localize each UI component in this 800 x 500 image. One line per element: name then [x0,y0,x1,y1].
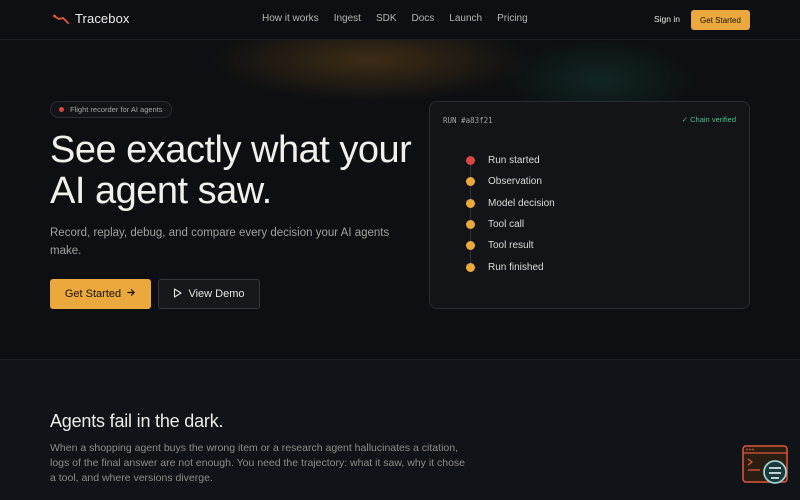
brand-logo[interactable]: Tracebox [53,11,130,26]
badge-text: Flight recorder for AI agents [70,105,163,114]
timeline-step[interactable]: Run started [466,150,555,171]
nav-link-pricing[interactable]: Pricing [497,13,528,24]
get-started-button[interactable]: Get Started [50,279,151,309]
step-dot-icon [466,262,475,272]
nav-link-how-it-works[interactable]: How it works [262,13,319,24]
nav-link-docs[interactable]: Docs [412,13,435,24]
play-icon [173,287,183,301]
step-dot-icon [466,241,475,251]
nav-get-started-button[interactable]: Get Started [691,10,750,30]
step-label: Observation [488,176,542,188]
nav-links: How it works Ingest SDK Docs Launch Pric… [262,13,528,24]
step-label: Run started [488,155,540,167]
view-demo-button[interactable]: View Demo [158,279,260,309]
timeline-step[interactable]: Run finished [466,256,555,277]
hero-title-line-1: See exactly what your [50,129,412,171]
timeline-step[interactable]: Model decision [466,193,555,214]
nav-link-ingest[interactable]: Ingest [334,13,361,24]
run-timeline: Run started Observation Model decision T… [466,150,555,278]
view-demo-label: View Demo [188,288,245,300]
problem-section: Agents fail in the dark. When a shopping… [0,359,800,500]
timeline-step[interactable]: Tool result [466,235,555,256]
sign-in-link[interactable]: Sign in [654,14,680,24]
hero-title: See exactly what your AI agent saw. [50,130,430,212]
step-label: Tool result [488,240,534,252]
step-label: Run finished [488,261,544,273]
section-body: When a shopping agent buys the wrong ite… [50,442,466,484]
step-label: Model decision [488,197,555,209]
timeline-step[interactable]: Observation [466,171,555,192]
run-id: RUN #a83f21 [443,116,493,125]
arrow-right-icon [127,288,136,300]
chain-verified-status: ✓ Chain verified [681,115,736,124]
timeline-step[interactable]: Tool call [466,214,555,235]
section-heading: Agents fail in the dark. [50,411,224,431]
nav-link-sdk[interactable]: SDK [376,13,397,24]
nav-link-launch[interactable]: Launch [449,13,482,24]
run-trace-card: RUN #a83f21 ✓ Chain verified Run started… [429,101,750,309]
hero-badge: Flight recorder for AI agents [50,101,172,118]
step-dot-icon [466,220,475,230]
get-started-label: Get Started [64,288,122,300]
step-dot-icon [466,156,475,166]
step-label: Tool call [488,219,525,231]
step-dot-icon [466,198,475,208]
hero-title-line-2: AI agent saw. [50,170,272,212]
badge-dot-icon [59,107,64,112]
tracebox-logo-icon [53,13,69,25]
step-dot-icon [466,177,475,187]
hero-subtitle: Record, replay, debug, and compare every… [50,227,390,257]
terminal-chat-widget-icon[interactable] [742,445,790,485]
top-nav: Tracebox How it works Ingest SDK Docs La… [0,0,800,40]
brand-name: Tracebox [75,11,130,26]
